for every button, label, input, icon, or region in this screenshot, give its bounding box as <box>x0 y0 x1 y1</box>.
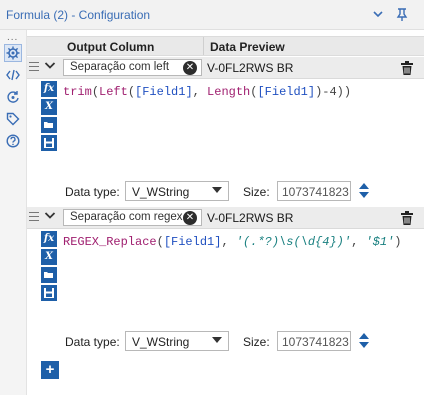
code-icon[interactable] <box>4 66 22 84</box>
left-toolbar: ... <box>0 30 27 395</box>
output-column-input[interactable]: Separação com regex <box>63 209 202 226</box>
expr-function-left: Left <box>99 85 128 99</box>
data-type-select[interactable]: V_WString <box>125 181 229 201</box>
expr-field: [Field1] <box>163 235 222 249</box>
expr-tail: )-4)) <box>315 85 352 99</box>
expr-function-regex-replace: REGEX_Replace <box>63 235 157 249</box>
stepper-down-icon[interactable] <box>359 192 369 198</box>
header-output-column: Output Column <box>67 40 155 54</box>
expr-paren: ( <box>127 85 136 99</box>
tag-icon[interactable] <box>4 110 22 128</box>
formula-tools: fx X <box>41 81 59 153</box>
size-label: Size: <box>243 335 270 349</box>
dropdown-arrow-icon <box>212 187 222 193</box>
size-stepper[interactable] <box>355 331 373 351</box>
window-titlebar: Formula (2) - Configuration <box>0 0 424 30</box>
rename-icon[interactable] <box>4 88 22 106</box>
function-icon[interactable]: fx <box>41 231 57 247</box>
data-type-select[interactable]: V_WString <box>125 331 229 351</box>
header-divider <box>203 37 204 55</box>
formula-tools: fx X <box>41 231 59 303</box>
data-type-value: V_WString <box>132 335 190 349</box>
expr-comma: , <box>351 235 366 249</box>
formula-block: Separação com regex ✕ V-0FL2RWS BR fx X … <box>27 207 424 357</box>
expr-string-pattern: '(.*?)\s(\d{4})' <box>235 235 352 249</box>
expr-field: [Field1] <box>257 85 316 99</box>
add-formula-button[interactable]: + <box>41 361 59 379</box>
size-input[interactable]: 1073741823 <box>277 331 351 351</box>
variable-icon[interactable]: X <box>41 99 57 115</box>
formula-expression-editor[interactable]: trim(Left([Field1], Length([Field1])-4)) <box>63 85 351 99</box>
header-data-preview: Data Preview <box>210 40 285 54</box>
gear-icon[interactable] <box>4 44 22 62</box>
save-icon[interactable] <box>41 135 57 151</box>
stepper-up-icon[interactable] <box>359 183 369 189</box>
save-icon[interactable] <box>41 285 57 301</box>
expr-field: [Field1] <box>135 85 193 99</box>
clear-icon[interactable]: ✕ <box>183 61 197 75</box>
expr-comma: , <box>221 235 236 249</box>
variable-icon[interactable]: X <box>41 249 57 265</box>
output-column-input[interactable]: Separação com left <box>63 59 202 76</box>
function-icon[interactable]: fx <box>41 81 57 97</box>
data-preview-value: V-0FL2RWS BR <box>207 61 294 75</box>
chevron-down-icon[interactable] <box>44 59 56 74</box>
expr-comma: , <box>192 85 208 99</box>
data-preview-value: V-0FL2RWS BR <box>207 211 294 225</box>
window-title: Formula (2) - Configuration <box>6 8 151 22</box>
table-header: Output Column Data Preview <box>27 36 424 56</box>
stepper-down-icon[interactable] <box>359 342 369 348</box>
drag-handle-icon[interactable] <box>29 62 39 74</box>
expr-paren: ( <box>91 85 100 99</box>
expr-function-trim: trim <box>63 85 92 99</box>
stepper-up-icon[interactable] <box>359 333 369 339</box>
formula-config-panel: Output Column Data Preview Separação com… <box>27 30 424 395</box>
dropdown-arrow-icon <box>212 337 222 343</box>
expr-string-replacement: '$1' <box>365 235 395 249</box>
formula-row-header: Separação com left ✕ V-0FL2RWS BR <box>27 57 424 79</box>
formula-expression-editor[interactable]: REGEX_Replace([Field1], '(.*?)\s(\d{4})'… <box>63 235 401 249</box>
chevron-down-icon[interactable] <box>372 8 384 23</box>
size-label: Size: <box>243 185 270 199</box>
size-input[interactable]: 1073741823 <box>277 181 351 201</box>
formula-footer: Data type: V_WString Size: 1073741823 <box>59 329 424 355</box>
trash-icon[interactable] <box>399 210 415 226</box>
drag-handle-icon[interactable] <box>29 212 39 224</box>
chevron-down-icon[interactable] <box>44 209 56 224</box>
pin-icon[interactable] <box>396 8 408 25</box>
data-type-label: Data type: <box>65 335 120 349</box>
trash-icon[interactable] <box>399 60 415 76</box>
data-type-label: Data type: <box>65 185 120 199</box>
open-folder-icon[interactable] <box>41 117 57 133</box>
expr-paren: ) <box>394 235 402 249</box>
open-folder-icon[interactable] <box>41 267 57 283</box>
data-type-value: V_WString <box>132 185 190 199</box>
help-icon[interactable] <box>4 132 22 150</box>
expr-function-length: Length <box>207 85 251 99</box>
formula-block: Separação com left ✕ V-0FL2RWS BR fx X t… <box>27 57 424 207</box>
expr-paren: ( <box>156 235 164 249</box>
size-stepper[interactable] <box>355 181 373 201</box>
clear-icon[interactable]: ✕ <box>183 211 197 225</box>
more-dots[interactable]: ... <box>7 32 18 43</box>
formula-footer: Data type: V_WString Size: 1073741823 <box>59 179 424 205</box>
formula-row-header: Separação com regex ✕ V-0FL2RWS BR <box>27 207 424 229</box>
